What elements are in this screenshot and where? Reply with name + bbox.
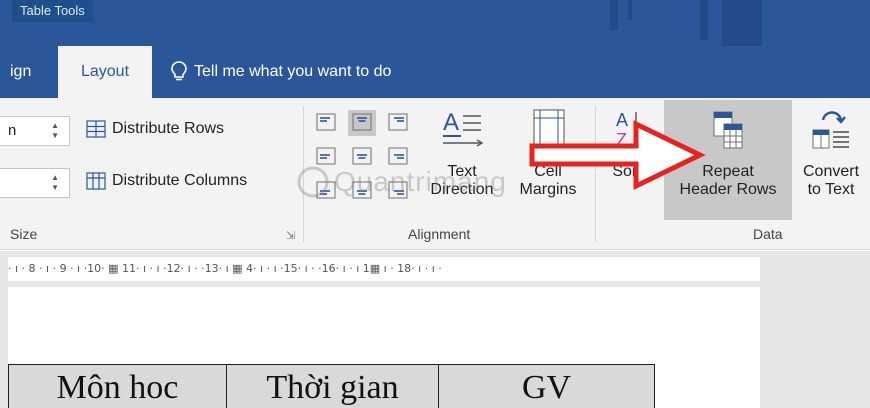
align-top-left-button[interactable] [312,110,340,136]
distribute-rows-icon [86,120,106,138]
repeat-header-rows-icon [713,111,743,149]
cell-height-field[interactable]: n ▲ ▼ [0,116,70,146]
title-decoration [628,0,632,20]
text-direction-icon: A [443,109,484,147]
watermark-logo-icon [297,166,329,198]
tell-me-text: Tell me what you want to do [194,63,392,80]
table-header-cell[interactable]: Môn hoc [8,364,227,408]
document-table[interactable]: Môn hoc Thời gian GV [8,364,655,408]
ruler-scale[interactable]: · ı · 8 · ı · 9 · ı ·10· ▦ 11· ı · ı ·12… [8,257,760,281]
table-header-cell[interactable]: GV [438,364,655,408]
watermark-text: Quantrimang [334,166,507,197]
convert-to-text-icon [812,111,849,149]
red-arrow-icon [529,120,706,190]
align-top-center-icon [352,113,372,131]
cell-height-value: n [8,122,17,139]
group-label-data: Data [753,226,783,242]
lightbulb-icon [171,61,187,81]
vertical-scrollbar[interactable] [852,287,870,408]
convert-to-text-label-1: Convert [802,163,860,180]
spin-arrows-icon[interactable]: ▲ ▼ [51,121,59,141]
dialog-launcher-icon[interactable]: ⇲ [286,229,295,242]
align-top-right-icon [388,113,408,131]
tab-design[interactable]: ign [0,46,58,98]
convert-to-text-label-2: to Text [807,181,855,198]
tab-layout[interactable]: Layout [58,46,152,98]
distribute-columns-icon [86,172,106,190]
tell-me-search[interactable]: Tell me what you want to do [170,46,391,98]
distribute-columns-button[interactable]: Distribute Columns [86,172,247,190]
cell-width-field[interactable]: ▲ ▼ [0,168,70,198]
group-label-alignment: Alignment [408,226,471,242]
watermark: Quantrimang [296,165,507,199]
table-header-cell[interactable]: Thời gian [226,364,439,408]
context-tab-title: Table Tools [12,0,93,22]
group-label-size: Size [10,226,38,242]
title-decoration [700,0,708,40]
distribute-rows-label: Distribute Rows [112,120,225,137]
svg-text:A: A [443,109,459,136]
distribute-columns-label: Distribute Columns [112,172,248,189]
convert-to-text-button[interactable]: Convert to Text [794,106,868,199]
horizontal-ruler: · ı · 8 · ı · 9 · ı ·10· ▦ 11· ı · ı ·12… [0,251,870,287]
align-top-right-button[interactable] [384,110,412,136]
align-top-left-icon [316,113,336,131]
title-decoration [610,0,618,30]
title-decoration [722,0,762,46]
spin-arrows-icon[interactable]: ▲ ▼ [51,173,59,193]
distribute-rows-button[interactable]: Distribute Rows [86,120,224,138]
align-top-center-button[interactable] [348,110,376,136]
table-row: Môn hoc Thời gian GV [8,364,655,408]
